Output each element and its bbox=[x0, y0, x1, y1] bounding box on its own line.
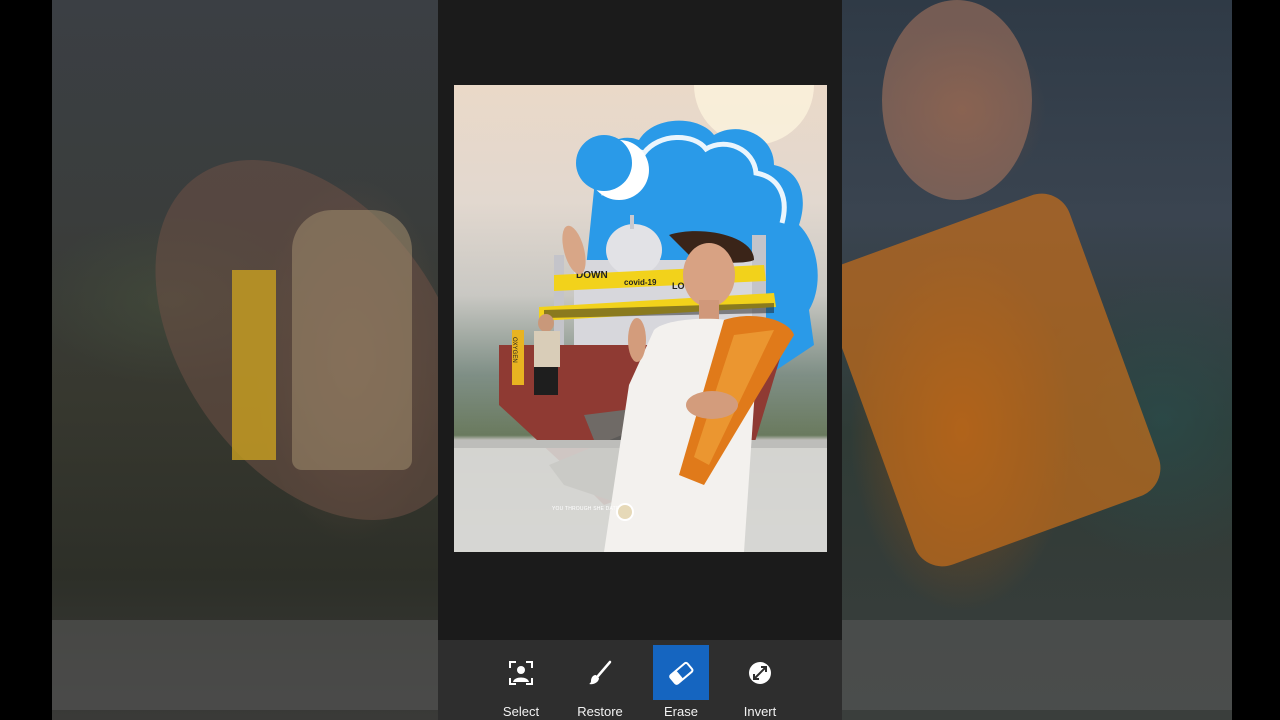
background-left-blur bbox=[52, 0, 438, 720]
background-wall bbox=[842, 620, 1232, 710]
poster-text: OXYGEN bbox=[511, 337, 517, 363]
photo-canvas[interactable]: DOWN covid-19 LO OXYGEN YOU THROUGH SHE … bbox=[454, 85, 827, 552]
erase-tool-button[interactable]: Erase bbox=[653, 645, 709, 720]
restore-tool-button[interactable]: Restore bbox=[572, 645, 628, 720]
brush-cursor[interactable] bbox=[616, 503, 634, 521]
invert-tool-label: Invert bbox=[743, 704, 777, 719]
background-person bbox=[292, 210, 412, 470]
background-face bbox=[882, 0, 1032, 200]
eraser-icon bbox=[653, 645, 709, 700]
background-wall bbox=[52, 620, 438, 710]
select-tool-label: Select bbox=[502, 704, 540, 719]
bottom-toolbar: Select Restore Erase Invert bbox=[438, 640, 842, 720]
restore-tool-label: Restore bbox=[577, 704, 623, 719]
invert-icon bbox=[732, 645, 788, 700]
brush-icon bbox=[572, 645, 628, 700]
editor-panel: DOWN covid-19 LO OXYGEN YOU THROUGH SHE … bbox=[438, 0, 842, 720]
erase-tool-label: Erase bbox=[664, 704, 698, 719]
select-tool-button[interactable]: Select bbox=[493, 645, 549, 720]
background-poster bbox=[232, 270, 276, 460]
background-right-blur bbox=[842, 0, 1232, 720]
background-scarf bbox=[842, 185, 1169, 575]
person-select-icon bbox=[493, 645, 549, 700]
photo-content: DOWN covid-19 LO OXYGEN bbox=[454, 85, 827, 552]
tape-text-2: covid-19 bbox=[624, 278, 657, 287]
invert-tool-button[interactable]: Invert bbox=[732, 645, 788, 720]
tape-text-3: LO bbox=[672, 281, 685, 291]
